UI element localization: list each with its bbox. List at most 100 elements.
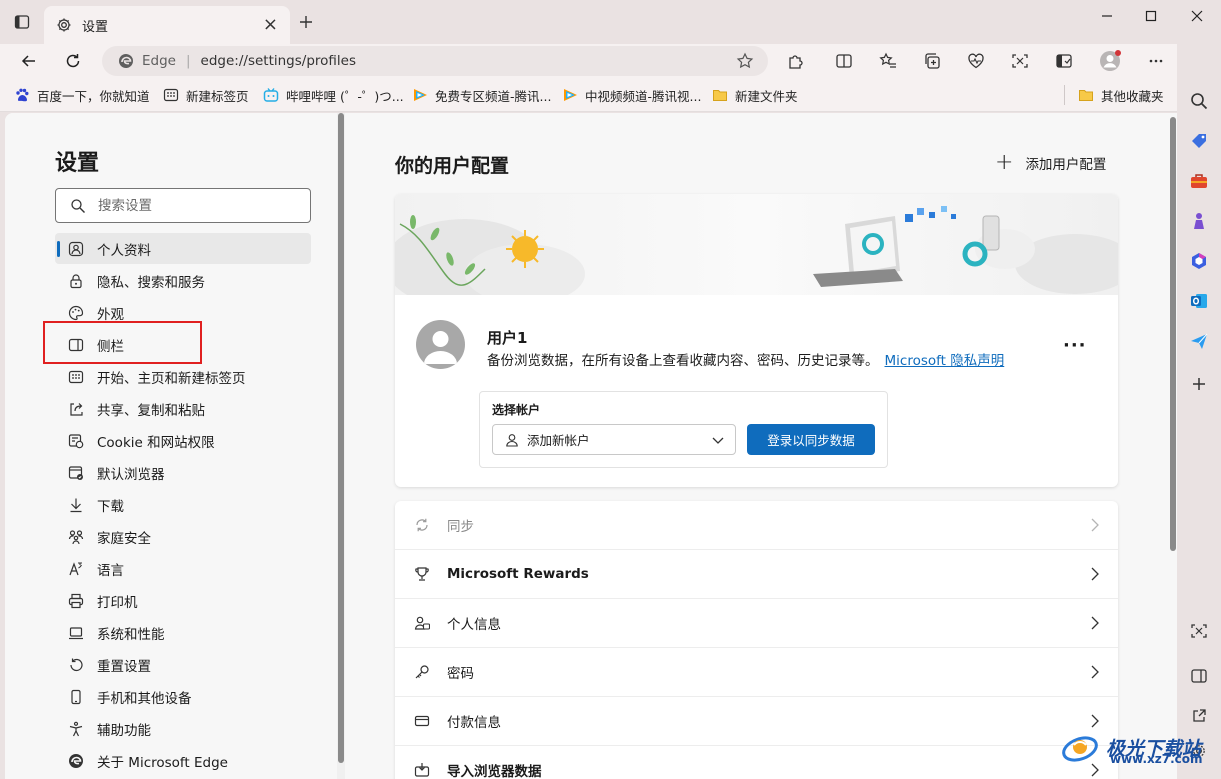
language-icon (67, 560, 85, 578)
search-icon (70, 198, 86, 214)
tools-icon[interactable] (1187, 169, 1211, 193)
tab-settings[interactable]: 设置 × (44, 6, 290, 44)
workspaces-icon[interactable] (1050, 48, 1078, 74)
tab-actions-icon[interactable] (14, 14, 30, 30)
tab-close-icon[interactable]: × (263, 16, 278, 34)
screenshot-sidebar-icon[interactable] (1187, 619, 1211, 643)
folder-icon (712, 87, 728, 103)
favorite-item[interactable]: 新建文件夹 (712, 86, 798, 104)
nav-accessibility[interactable]: 辅助功能 (55, 713, 311, 744)
collections-icon[interactable] (918, 48, 946, 74)
tencent-video-icon (412, 87, 428, 103)
laptop-icon (67, 624, 85, 642)
sync-icon (413, 516, 431, 534)
row-personal-info[interactable]: 个人信息 (395, 599, 1118, 648)
nav-system[interactable]: 系统和性能 (55, 617, 311, 648)
nav-about[interactable]: 关于 Microsoft Edge (55, 745, 311, 776)
nav-languages[interactable]: 语言 (55, 553, 311, 584)
nav-label: 个人资料 (97, 242, 151, 259)
url-text[interactable]: edge://settings/profiles (201, 53, 356, 69)
baidu-paw-icon (14, 87, 30, 103)
bilibili-icon (263, 87, 279, 103)
search-settings-box[interactable] (55, 188, 311, 223)
minimize-button[interactable] (1084, 6, 1130, 26)
extensions-icon[interactable] (782, 48, 810, 74)
other-favorites[interactable]: 其他收藏夹 (1078, 86, 1164, 104)
other-favorites-label: 其他收藏夹 (1101, 88, 1164, 104)
browser-essentials-icon[interactable] (962, 48, 990, 74)
nav-profiles[interactable]: 个人资料 (55, 233, 311, 264)
left-scrollbar-thumb[interactable] (338, 113, 344, 763)
nav-default-browser[interactable]: 默认浏览器 (55, 457, 311, 488)
nav-privacy[interactable]: 隐私、搜索和服务 (55, 265, 311, 296)
avatar (416, 320, 465, 369)
row-passwords[interactable]: 密码 (395, 648, 1118, 697)
person-card-icon (413, 614, 431, 632)
favorite-item[interactable]: 免费专区频道-腾讯... (412, 86, 551, 104)
screenshot-icon[interactable] (1006, 48, 1034, 74)
main-scrollbar[interactable] (1168, 113, 1177, 779)
nav-printers[interactable]: 打印机 (55, 585, 311, 616)
favorite-label: 新建标签页 (186, 88, 249, 104)
row-label: 付款信息 (447, 715, 501, 731)
nav-share[interactable]: 共享、复制和粘贴 (55, 393, 311, 424)
more-actions-icon[interactable]: ··· (1063, 335, 1087, 356)
add-profile-label: 添加用户配置 (1025, 157, 1107, 173)
shopping-tag-icon[interactable] (1187, 129, 1211, 153)
left-scrollbar[interactable] (337, 113, 345, 779)
favorite-item[interactable]: 中视频频道-腾讯视... (562, 86, 701, 104)
favorite-item[interactable]: 百度一下，你就知道 (14, 86, 150, 104)
favorite-item[interactable]: 新建标签页 (163, 86, 249, 104)
close-window-button[interactable] (1174, 6, 1220, 26)
split-screen-icon[interactable] (830, 48, 858, 74)
new-tab-button[interactable] (298, 14, 314, 30)
row-sync[interactable]: 同步 (395, 501, 1118, 550)
nav-reset[interactable]: 重置设置 (55, 649, 311, 680)
search-input[interactable] (98, 197, 298, 214)
page-title: 你的用户配置 (395, 155, 510, 177)
refresh-button[interactable] (58, 47, 88, 75)
back-button[interactable] (14, 47, 44, 75)
address-bar[interactable]: Edge | edge://settings/profiles (102, 46, 768, 76)
profile-avatar-icon[interactable] (1096, 48, 1124, 74)
reset-icon (67, 656, 85, 674)
nav-label: 共享、复制和粘贴 (97, 402, 205, 419)
nav-label: 系统和性能 (97, 626, 165, 643)
row-rewards[interactable]: Microsoft Rewards (395, 550, 1118, 599)
sign-in-sync-button[interactable]: 登录以同步数据 (747, 424, 875, 455)
favorite-star-icon[interactable] (736, 52, 754, 70)
favorite-label: 新建文件夹 (735, 88, 798, 104)
palette-icon (67, 304, 85, 322)
nav-start-home[interactable]: 开始、主页和新建标签页 (55, 361, 311, 392)
nav-downloads[interactable]: 下载 (55, 489, 311, 520)
hide-sidebar-icon[interactable] (1187, 664, 1211, 688)
maximize-button[interactable] (1128, 6, 1174, 26)
profile-settings-list: 同步 Microsoft Rewards 个人信息 密码 付款信息 导入浏览器数… (395, 501, 1118, 779)
search-icon[interactable] (1187, 89, 1211, 113)
favorites-icon[interactable] (874, 48, 902, 74)
home-grid-icon (67, 368, 85, 386)
family-icon (67, 528, 85, 546)
privacy-link[interactable]: Microsoft 隐私声明 (885, 353, 1005, 369)
microsoft365-icon[interactable] (1187, 249, 1211, 273)
main-scrollbar-thumb[interactable] (1170, 117, 1176, 551)
row-payment[interactable]: 付款信息 (395, 697, 1118, 746)
nav-label: 开始、主页和新建标签页 (97, 370, 246, 387)
account-dropdown[interactable]: 添加新帐户 (492, 424, 736, 455)
favorite-item[interactable]: 哔哩哔哩 (゜-゜)つ... (263, 86, 404, 104)
nav-phone[interactable]: 手机和其他设备 (55, 681, 311, 712)
games-icon[interactable] (1187, 209, 1211, 233)
new-tab-icon (163, 87, 179, 103)
add-profile-button[interactable]: + 添加用户配置 (995, 152, 1106, 174)
row-import[interactable]: 导入浏览器数据 (395, 746, 1118, 779)
outlook-icon[interactable] (1187, 289, 1211, 313)
nav-label: 关于 Microsoft Edge (97, 754, 228, 771)
send-icon[interactable] (1187, 329, 1211, 353)
nav-label: 手机和其他设备 (97, 690, 192, 707)
nav-label: Cookie 和网站权限 (97, 434, 215, 451)
row-label: Microsoft Rewards (447, 566, 589, 582)
nav-family-safety[interactable]: 家庭安全 (55, 521, 311, 552)
add-sidebar-app-icon[interactable] (1187, 372, 1211, 396)
more-options-icon[interactable] (1142, 48, 1170, 74)
nav-cookies[interactable]: Cookie 和网站权限 (55, 425, 311, 456)
